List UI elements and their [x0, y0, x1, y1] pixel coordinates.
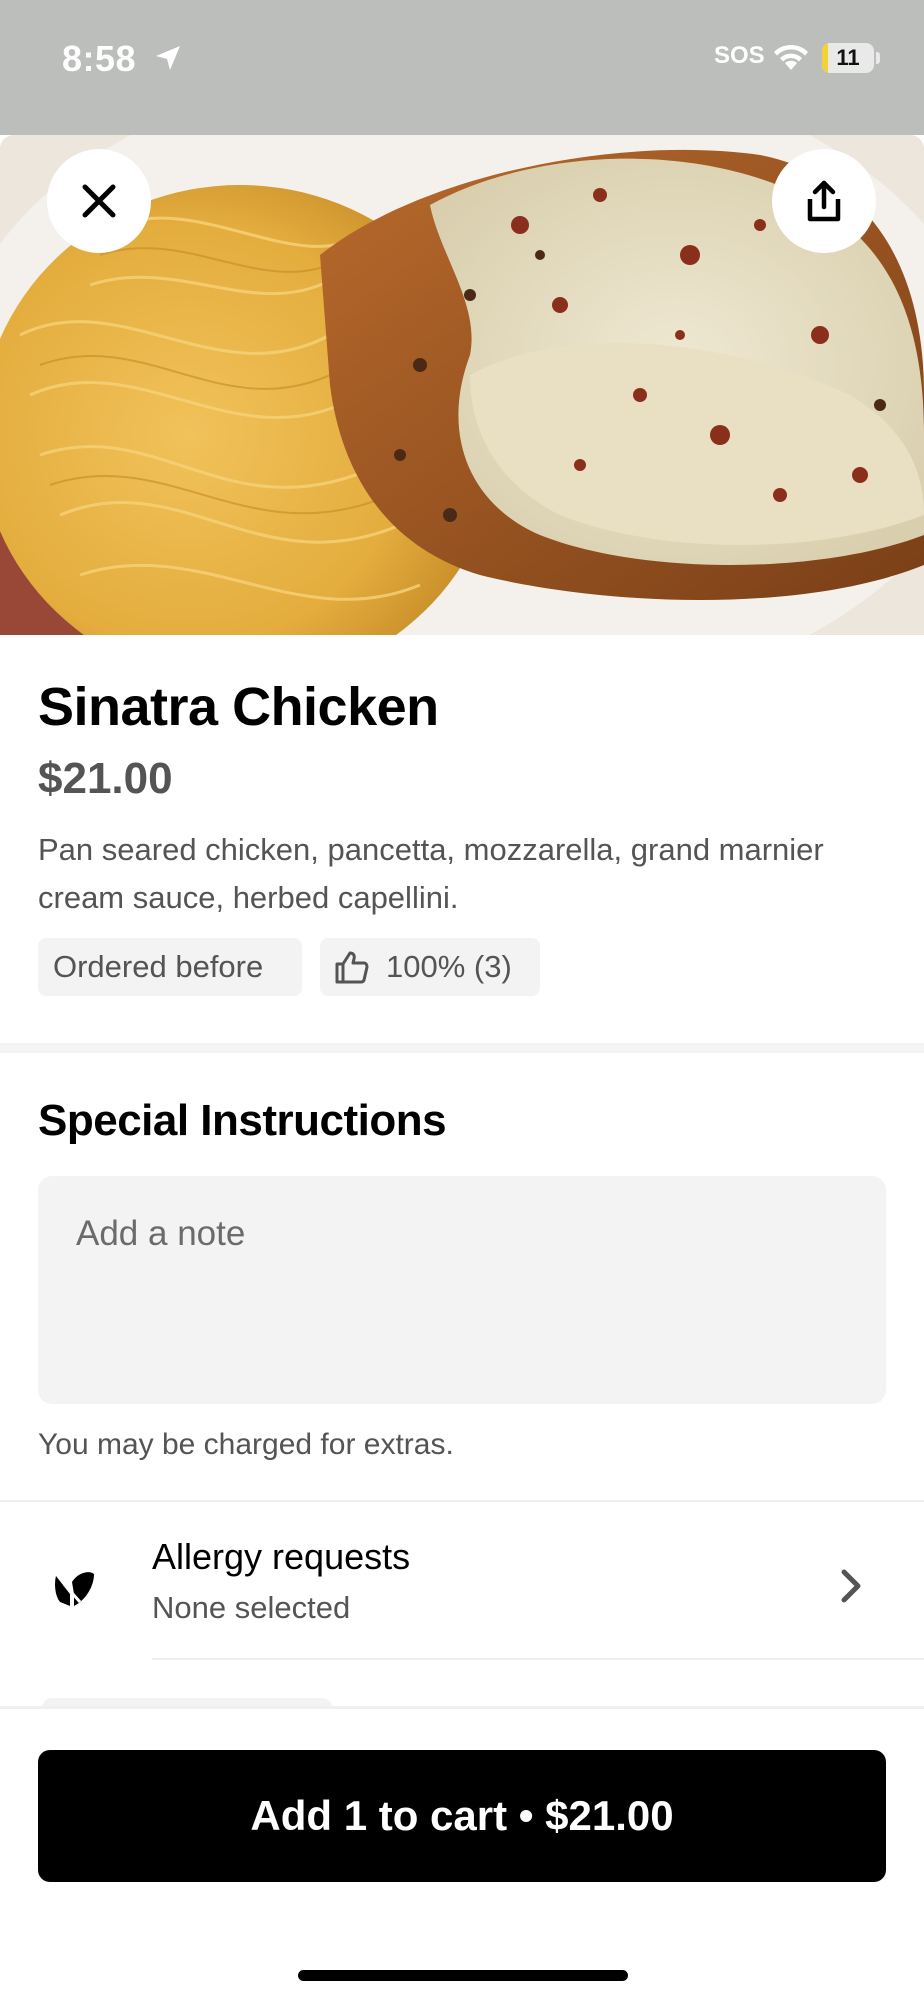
status-bar: 8:58 SOS 11 — [0, 0, 924, 135]
ordered-before-tag: Ordered before — [38, 938, 302, 996]
item-price: $21.00 — [38, 754, 173, 803]
extras-note: You may be charged for extras. — [38, 1428, 454, 1461]
thumbs-up-icon — [335, 951, 369, 984]
location-arrow-icon — [156, 46, 180, 70]
allergy-requests-value: None selected — [152, 1590, 351, 1625]
allergy-icon — [55, 1572, 94, 1606]
add-to-cart-button[interactable]: Add 1 to cart • $21.00 — [38, 1750, 886, 1882]
note-input[interactable] — [38, 1176, 886, 1404]
allergy-requests-row[interactable]: Allergy requests None selected — [0, 1502, 924, 1660]
ordered-before-label: Ordered before — [53, 949, 264, 984]
rating-label: 100% (3) — [386, 949, 512, 984]
wifi-icon — [774, 44, 808, 70]
sos-indicator: SOS — [714, 42, 765, 69]
row-divider — [152, 1658, 924, 1660]
special-instructions-title: Special Instructions — [38, 1096, 447, 1145]
share-button[interactable] — [772, 149, 876, 253]
battery-tip — [876, 52, 880, 64]
close-button[interactable] — [47, 149, 151, 253]
share-icon — [807, 180, 841, 222]
battery-level: 11 — [836, 45, 860, 70]
section-divider — [0, 1043, 924, 1053]
item-description: Pan seared chicken, pancetta, mozzarella… — [38, 832, 824, 915]
home-indicator[interactable] — [298, 1970, 628, 1981]
battery-indicator: 11 — [822, 43, 874, 73]
chevron-right-icon — [841, 1569, 861, 1603]
allergy-requests-title: Allergy requests — [152, 1536, 411, 1577]
close-icon — [82, 184, 116, 218]
status-time: 8:58 — [62, 38, 137, 79]
rating-tag: 100% (3) — [320, 938, 540, 996]
item-title: Sinatra Chicken — [38, 677, 439, 737]
